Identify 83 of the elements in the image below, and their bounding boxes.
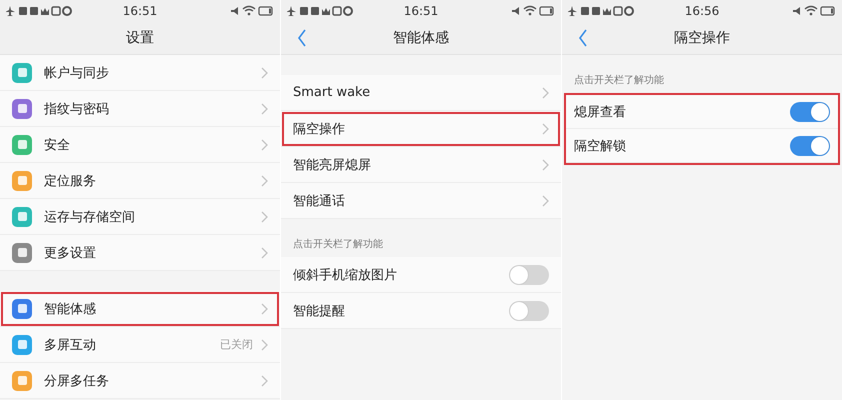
chevron-icon: [261, 138, 268, 150]
settings-row[interactable]: 智能通话: [281, 183, 561, 219]
settings-row[interactable]: 多屏互动 已关闭: [0, 327, 280, 363]
settings-row[interactable]: 更多设置: [0, 235, 280, 271]
row-label: 更多设置: [44, 244, 96, 262]
speaker-icon: [793, 7, 800, 15]
toggle-switch[interactable]: [790, 136, 830, 156]
section-header: 点击开关栏了解功能: [293, 238, 383, 251]
chevron-icon: [261, 338, 268, 350]
row-label: 智能通话: [293, 192, 345, 210]
wifi-icon: [242, 6, 256, 16]
settings-row[interactable]: 智能体感: [0, 291, 280, 327]
settings-row[interactable]: 定位服务: [0, 163, 280, 199]
square-icon: [51, 6, 61, 16]
settings-row[interactable]: 熄屏查看: [566, 95, 838, 129]
settings-row[interactable]: 安全: [0, 127, 280, 163]
battery-icon: [820, 6, 835, 16]
toggle-switch[interactable]: [790, 102, 830, 122]
back-icon[interactable]: [578, 29, 588, 47]
airplane-icon: [6, 6, 15, 16]
screen-title: 隔空操作: [674, 29, 730, 47]
toggle-switch[interactable]: [509, 264, 549, 284]
chevron-icon: [261, 302, 268, 314]
chevron-icon: [261, 102, 268, 114]
wifi-icon: [804, 6, 818, 16]
crown-icon: [322, 8, 330, 15]
row-label: 指纹与密码: [44, 100, 109, 118]
chevron-icon: [261, 66, 268, 78]
chevron-icon: [261, 374, 268, 386]
target-icon: [62, 6, 72, 16]
status-time: 16:56: [684, 4, 720, 18]
row-label: 智能提醒: [293, 302, 345, 320]
settings-row[interactable]: 隔空解锁: [566, 129, 838, 163]
row-label: 智能亮屏熄屏: [293, 156, 371, 174]
row-value: 已关闭: [220, 337, 253, 352]
toggle-switch[interactable]: [509, 300, 549, 320]
airplane-icon: [287, 6, 296, 16]
section-header: 点击开关栏了解功能: [574, 74, 664, 87]
crown-icon: [41, 8, 49, 15]
row-label: 定位服务: [44, 172, 96, 190]
battery-icon: [539, 6, 554, 16]
airplane-icon: [568, 6, 577, 16]
wifi-icon: [523, 6, 537, 16]
row-label: 帐户与同步: [44, 64, 109, 82]
speaker-icon: [231, 7, 238, 15]
settings-row[interactable]: 运存与存储空间: [0, 199, 280, 235]
chevron-icon: [261, 246, 268, 258]
row-label: 运存与存储空间: [44, 208, 135, 226]
chevron-icon: [542, 194, 549, 206]
back-icon[interactable]: [297, 29, 307, 47]
chevron-icon: [261, 174, 268, 186]
row-label: 多屏互动: [44, 336, 96, 354]
status-time: 16:51: [122, 4, 158, 18]
chevron-icon: [542, 86, 549, 98]
square-icon: [332, 6, 342, 16]
speaker-icon: [512, 7, 519, 15]
settings-row[interactable]: 隔空操作: [281, 111, 561, 147]
settings-row[interactable]: Smart wake: [281, 75, 561, 111]
battery-icon: [258, 6, 273, 16]
chevron-icon: [542, 122, 549, 134]
target-icon: [343, 6, 353, 16]
chevron-icon: [261, 210, 268, 222]
settings-row[interactable]: 智能提醒: [281, 293, 561, 329]
crown-icon: [603, 8, 611, 15]
row-label: 智能体感: [44, 300, 96, 318]
settings-row[interactable]: 倾斜手机缩放图片: [281, 257, 561, 293]
square-icon: [613, 6, 623, 16]
target-icon: [624, 6, 634, 16]
row-label: 分屏多任务: [44, 372, 109, 390]
settings-row[interactable]: 分屏多任务: [0, 363, 280, 399]
settings-row[interactable]: 指纹与密码: [0, 91, 280, 127]
screen-title: 智能体感: [393, 29, 449, 47]
row-label: 熄屏查看: [574, 104, 626, 120]
row-label: 安全: [44, 136, 70, 154]
row-label: 倾斜手机缩放图片: [293, 266, 397, 284]
settings-row[interactable]: 帐户与同步: [0, 55, 280, 91]
chevron-icon: [542, 158, 549, 170]
settings-row[interactable]: 智能亮屏熄屏: [281, 147, 561, 183]
row-label: 隔空操作: [293, 120, 345, 138]
row-label: 隔空解锁: [574, 138, 626, 154]
screen-title: 设置: [126, 29, 154, 47]
status-time: 16:51: [404, 4, 438, 18]
row-label: Smart wake: [293, 85, 370, 100]
